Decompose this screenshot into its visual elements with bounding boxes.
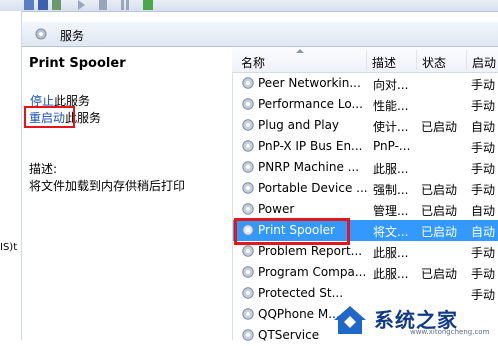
service-description: 向对...	[373, 78, 409, 92]
services-header-bar	[22, 22, 498, 47]
column-separator[interactable]	[366, 50, 367, 70]
service-startup-type: 手动	[471, 267, 496, 281]
service-row[interactable]: Plug and Play 使计... 已启动 自动	[233, 115, 498, 136]
service-name: PnP-X IP Bus En...	[258, 139, 363, 153]
tree-item-partial[interactable]: IS)t	[0, 242, 17, 253]
service-name: Problem Report...	[258, 244, 363, 258]
service-name: Peer Networkin...	[258, 76, 361, 90]
service-gear-icon	[242, 77, 254, 89]
column-separator[interactable]	[416, 50, 417, 70]
service-startup-type: 手动	[471, 183, 496, 197]
properties-icon[interactable]	[24, 0, 34, 10]
service-gear-icon	[242, 287, 254, 299]
list-header	[232, 47, 498, 73]
service-row[interactable]: PnP-X IP Bus En... PnP-... 手动	[233, 136, 498, 157]
service-row[interactable]: Performance Lo... 性能... 手动	[233, 94, 498, 115]
service-name: PNRP Machine ...	[258, 160, 360, 174]
service-startup-type: 手动	[471, 162, 496, 176]
service-description: 管理...	[373, 204, 409, 218]
service-description: 使计...	[373, 120, 409, 134]
service-gear-icon	[242, 161, 254, 173]
service-gear-icon	[242, 308, 254, 320]
description-text: 将文件加载到内存供稍后打印	[29, 179, 186, 193]
service-status: 已启动	[421, 267, 458, 281]
service-name: Protected St...	[258, 286, 344, 300]
toolbar	[0, 0, 498, 12]
service-description: 将文...	[373, 225, 409, 239]
service-startup-type: 手动	[471, 78, 496, 92]
service-status: 已启动	[421, 204, 458, 218]
service-row[interactable]: PNRP Machine ... 此服... 手动	[233, 157, 498, 178]
help-icon[interactable]	[38, 0, 48, 10]
service-description: 性能...	[373, 99, 409, 113]
service-row[interactable]: Peer Networkin... 向对... 手动	[233, 73, 498, 94]
service-status: 已启动	[421, 225, 458, 239]
service-name: Performance Lo...	[258, 97, 363, 111]
service-gear-icon	[242, 203, 254, 215]
column-header-startup[interactable]: 启动	[472, 54, 496, 71]
service-description: 强制...	[373, 183, 409, 197]
service-name: Portable Device ...	[258, 181, 368, 195]
service-startup-type: 自动	[471, 225, 496, 239]
selected-service-name: Print Spooler	[29, 56, 126, 71]
service-startup-type: 自动	[471, 204, 496, 218]
service-row[interactable]: Program Compa... 此服... 已启动 手动	[233, 262, 498, 283]
console-icon[interactable]	[52, 0, 61, 10]
service-startup-type: 手动	[471, 99, 496, 113]
service-row[interactable]: Portable Device ... 强制... 已启动 手动	[233, 178, 498, 199]
start-service-icon[interactable]	[78, 0, 85, 10]
service-gear-icon	[242, 182, 254, 194]
column-separator[interactable]	[466, 50, 467, 70]
watermark-logo-icon	[334, 306, 366, 334]
navigation-tree-sliver	[0, 11, 22, 340]
service-startup-type: 自动	[471, 120, 496, 134]
service-gear-icon	[242, 119, 254, 131]
services-gear-icon	[35, 28, 47, 40]
service-status: 已启动	[421, 120, 458, 134]
watermark-url: www.xitongcheng.com	[410, 328, 490, 336]
service-description: 此服...	[373, 267, 409, 281]
service-row[interactable]: Power 管理... 已启动 自动	[233, 199, 498, 220]
sort-ascending-icon	[296, 49, 304, 53]
restart-highlight-box	[24, 106, 75, 128]
service-gear-icon	[242, 266, 254, 278]
service-description: 此服...	[373, 246, 409, 260]
restart-service-icon[interactable]	[143, 0, 153, 10]
service-gear-icon	[242, 98, 254, 110]
services-title: 服务	[60, 29, 85, 43]
column-header-name[interactable]: 名称	[241, 54, 265, 71]
description-label: 描述:	[29, 162, 58, 176]
watermark: 系统之家 www.xitongcheng.com	[330, 300, 498, 340]
print-spooler-highlight-box	[234, 218, 350, 245]
service-status: 已启动	[421, 183, 458, 197]
service-description: PnP-...	[373, 139, 411, 153]
service-gear-icon	[242, 245, 254, 257]
pause-service-icon[interactable]	[121, 0, 129, 10]
service-description: 此服...	[373, 162, 409, 176]
service-startup-type: 手动	[471, 141, 496, 155]
column-header-status[interactable]: 状态	[422, 54, 446, 71]
service-gear-icon	[242, 140, 254, 152]
service-name: Plug and Play	[258, 118, 340, 132]
service-startup-type: 手动	[471, 246, 496, 260]
stop-service-icon[interactable]	[99, 0, 107, 10]
column-header-description[interactable]: 描述	[372, 54, 396, 71]
service-name: Program Compa...	[258, 265, 367, 279]
service-name: Power	[258, 202, 295, 216]
